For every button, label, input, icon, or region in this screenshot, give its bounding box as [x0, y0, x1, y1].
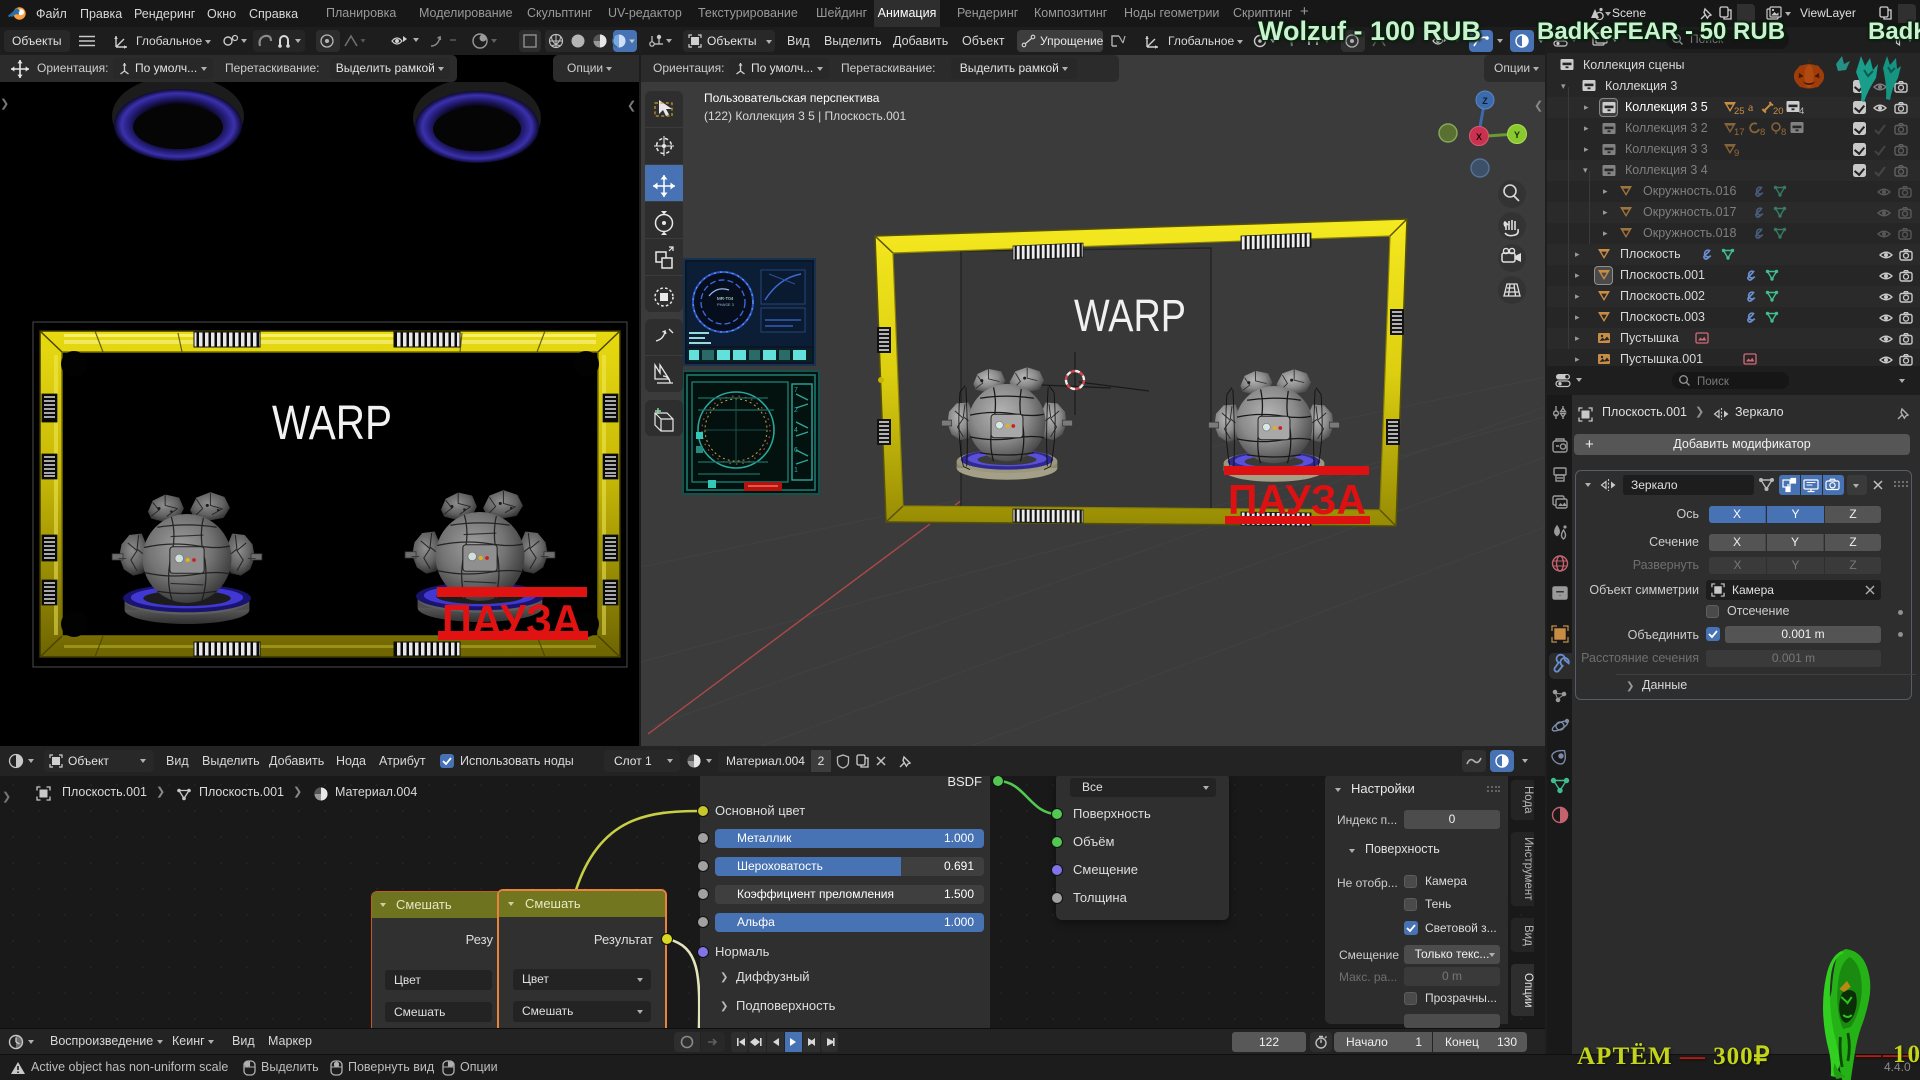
svg-text:6: 6: [794, 447, 798, 454]
svg-text:4: 4: [794, 427, 798, 434]
svg-text:ПАУЗА: ПАУЗА: [1228, 476, 1366, 523]
svg-text:MR-T04: MR-T04: [717, 296, 734, 301]
svg-text:Z: Z: [1482, 96, 1488, 106]
svg-text:Y: Y: [1514, 130, 1520, 140]
svg-text:7: 7: [794, 387, 798, 394]
svg-text:PHASE 3: PHASE 3: [717, 302, 735, 307]
svg-text:2: 2: [794, 407, 798, 414]
svg-text:1: 1: [794, 467, 798, 474]
svg-text:WARP: WARP: [1074, 290, 1186, 341]
svg-text:X: X: [1476, 132, 1482, 142]
svg-text:WARP: WARP: [272, 397, 392, 450]
